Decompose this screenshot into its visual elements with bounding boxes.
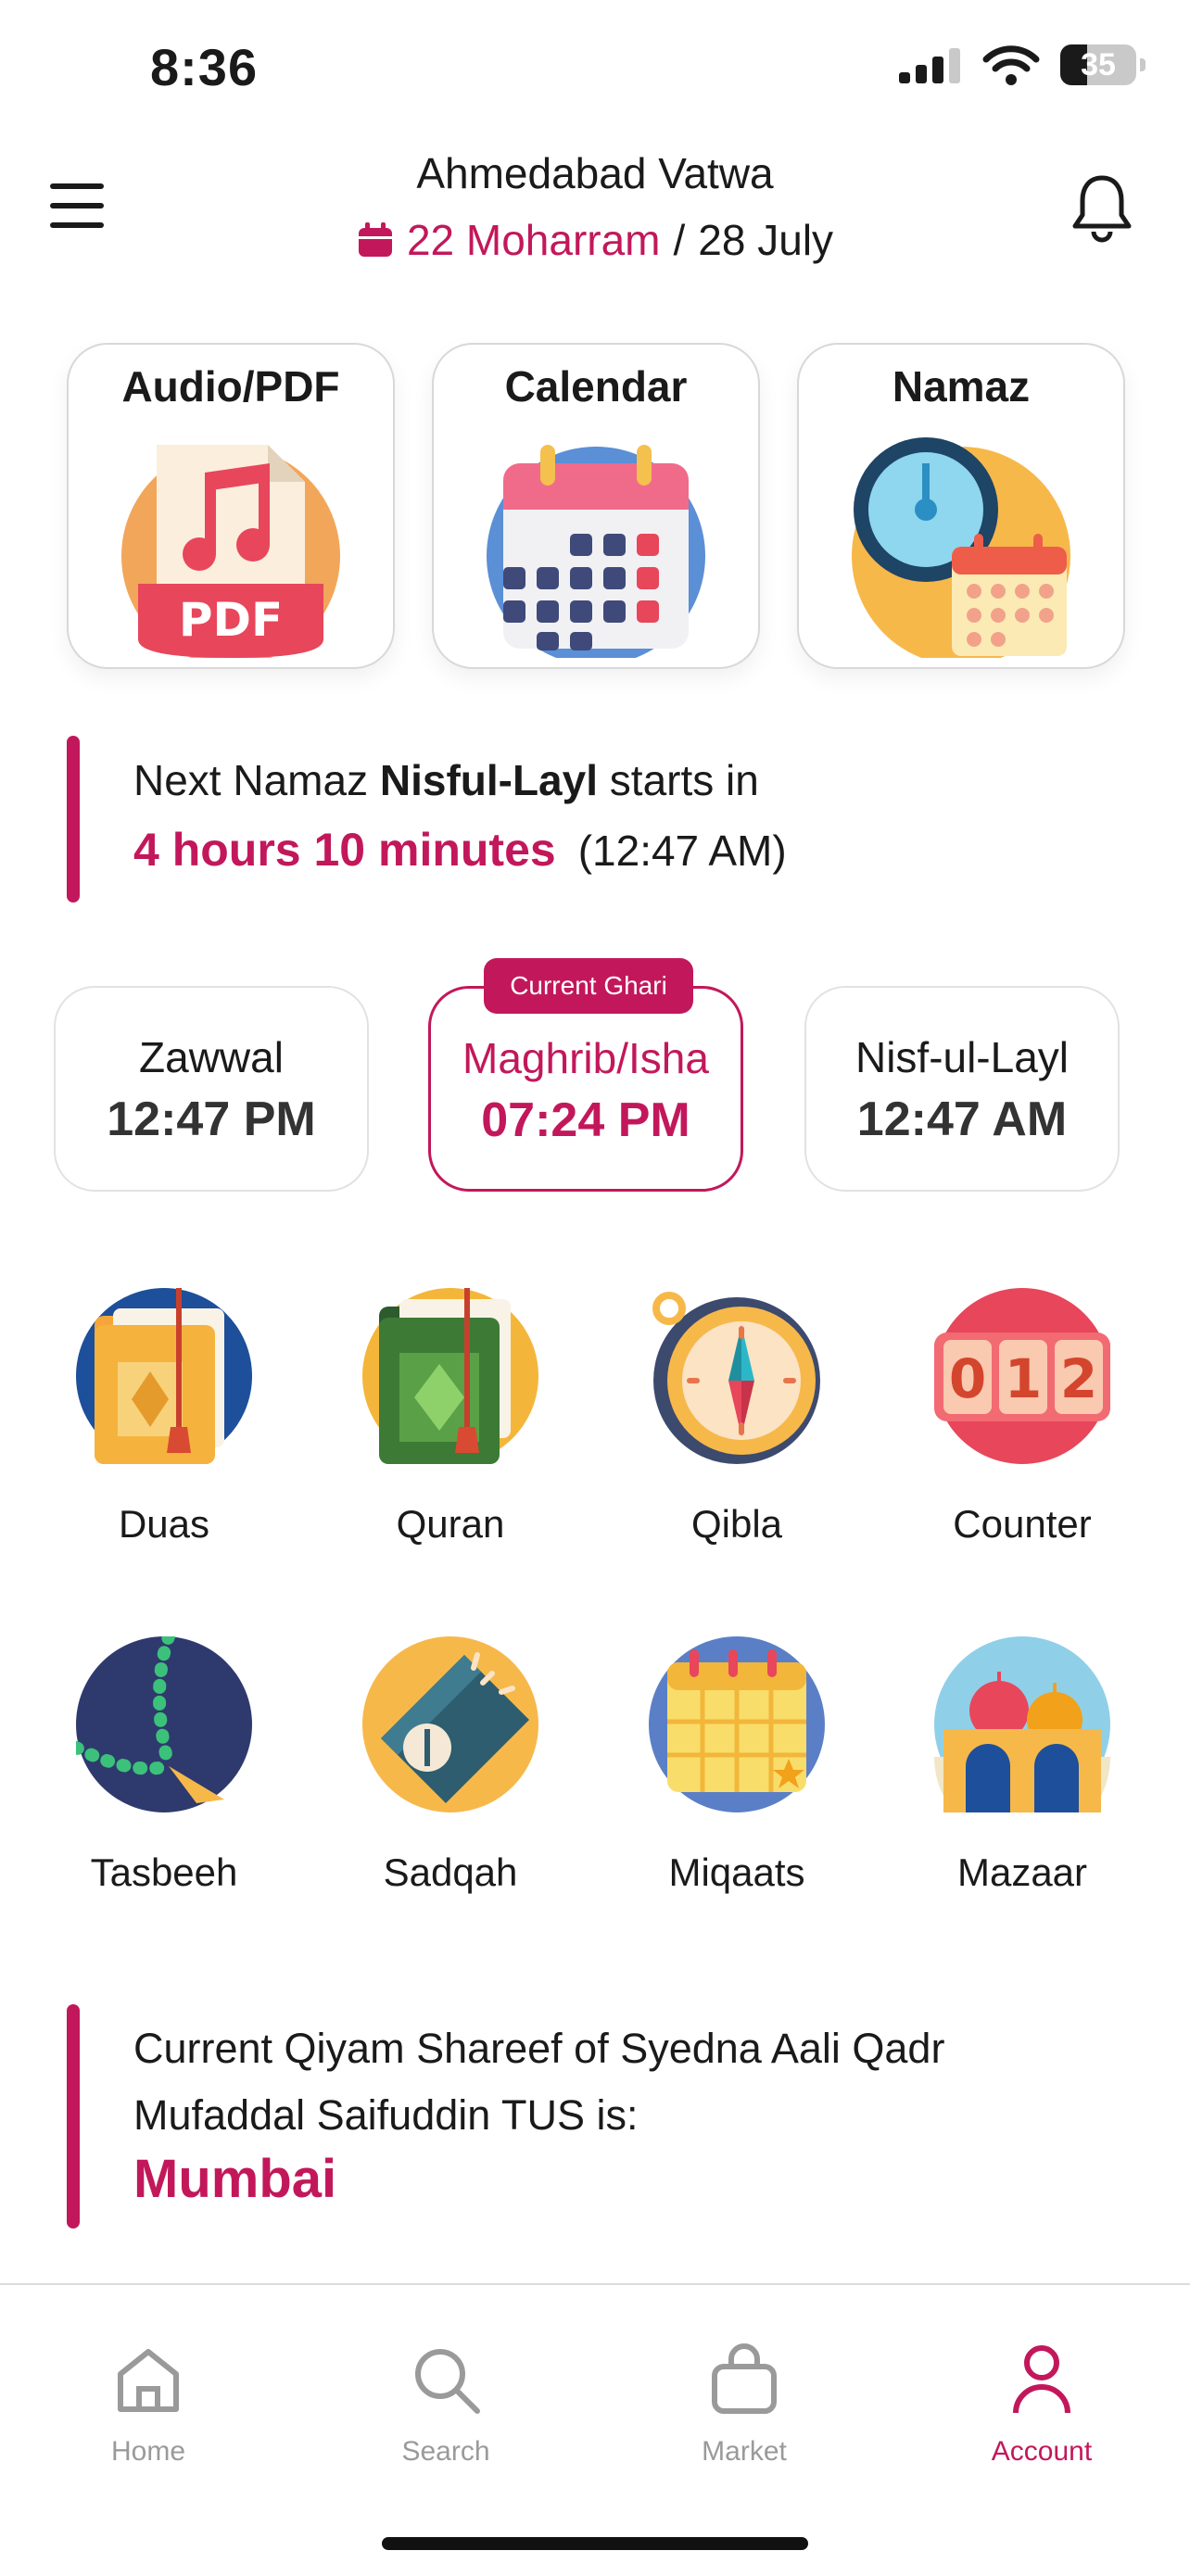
location-title: Ahmedabad Vatwa xyxy=(416,149,774,197)
date-separator: / xyxy=(673,216,686,264)
tab-label: Market xyxy=(702,2436,787,2467)
search-icon xyxy=(415,2349,480,2414)
miqaat-calendar-icon xyxy=(649,1636,825,1812)
next-namaz-prefix: Next Namaz xyxy=(133,756,369,804)
calendar-label: Calendar xyxy=(504,362,688,410)
tab-home[interactable]: Home xyxy=(37,2341,260,2468)
compass-icon xyxy=(652,1292,820,1464)
tab-account[interactable]: Account xyxy=(930,2341,1153,2468)
counter-icon: 012 xyxy=(934,1288,1110,1464)
prayer-card-maghrib-isha[interactable]: Maghrib/Isha 07:24 PM xyxy=(428,986,743,1192)
qiyam-city: Mumbai xyxy=(133,2149,337,2209)
svg-text:0: 0 xyxy=(949,1347,986,1410)
prayer-card-nisf-ul-layl[interactable]: Nisf-ul-Layl 12:47 AM xyxy=(804,986,1120,1192)
next-namaz-accent xyxy=(67,736,80,903)
qiyam-text: Current Qiyam Shareef of Syedna Aali Qad… xyxy=(133,2025,945,2139)
sadqah-icon xyxy=(362,1636,538,1812)
user-icon xyxy=(1013,2345,1070,2414)
feature-quran[interactable]: Quran xyxy=(339,1288,562,1547)
feature-label: Mazaar xyxy=(956,1850,1088,1894)
feature-label: Counter xyxy=(953,1502,1092,1546)
current-ghari-badge: Current Ghari xyxy=(484,958,693,1014)
tasbeeh-icon xyxy=(70,1630,252,1812)
feature-label: Duas xyxy=(118,1502,210,1546)
audio-pdf-icon: PDF xyxy=(121,445,340,658)
home-indicator[interactable] xyxy=(382,2537,808,2550)
prayer-time: 12:47 PM xyxy=(107,1092,316,1146)
feature-miqaats[interactable]: Miqaats xyxy=(626,1636,848,1895)
clock-calendar-icon xyxy=(852,437,1070,658)
battery-percentage: 35 xyxy=(1081,47,1116,82)
feature-label: Qibla xyxy=(690,1502,783,1546)
namaz-card[interactable]: Namaz xyxy=(797,343,1125,669)
next-namaz-text: Next Namaz Nisful-Layl starts in xyxy=(133,755,759,805)
tab-label: Home xyxy=(110,2436,186,2467)
tab-bar: Home Search Market Account xyxy=(0,2283,1190,2576)
svg-text:1: 1 xyxy=(1005,1347,1042,1410)
status-time: 8:36 xyxy=(150,38,259,96)
tab-label: Search xyxy=(401,2436,490,2467)
shopping-bag-icon xyxy=(712,2343,777,2414)
prayer-name: Zawwal xyxy=(139,1033,284,1081)
tab-market[interactable]: Market xyxy=(633,2341,855,2468)
prayer-time: 07:24 PM xyxy=(481,1093,690,1147)
wifi-icon xyxy=(982,45,1040,85)
next-namaz-time: (12:47 AM) xyxy=(577,827,787,875)
prayer-card-zawwal[interactable]: Zawwal 12:47 PM xyxy=(54,986,369,1192)
calendar-icon xyxy=(358,222,392,257)
qiyam-accent xyxy=(67,2004,80,2229)
feature-label: Sadqah xyxy=(383,1850,518,1894)
home-icon xyxy=(118,2349,179,2412)
feature-mazaar[interactable]: Mazaar xyxy=(911,1636,1133,1895)
quran-icon xyxy=(362,1288,538,1464)
feature-label: Tasbeeh xyxy=(90,1850,238,1894)
next-namaz-countdown: 4 hours 10 minutes xyxy=(133,824,556,876)
audio-pdf-label: Audio/PDF xyxy=(121,362,340,410)
gregorian-date: 28 July xyxy=(698,216,834,264)
cellular-signal-icon xyxy=(899,48,960,83)
bell-icon xyxy=(1072,175,1132,243)
next-namaz-name: Nisful-Layl xyxy=(379,756,599,804)
feature-label: Quran xyxy=(396,1502,505,1546)
feature-tasbeeh[interactable]: Tasbeeh xyxy=(53,1630,275,1895)
audio-pdf-card[interactable]: Audio/PDF PDF xyxy=(67,343,395,669)
prayer-name: Maghrib/Isha xyxy=(462,1034,709,1082)
feature-counter[interactable]: 012 Counter xyxy=(911,1288,1133,1547)
feature-qibla[interactable]: Qibla xyxy=(626,1288,848,1547)
svg-text:2: 2 xyxy=(1060,1347,1097,1410)
date-line: 22 Moharram / 28 July xyxy=(0,215,1190,265)
calendar-icon xyxy=(487,445,705,658)
namaz-label: Namaz xyxy=(892,362,1031,410)
status-indicators: 35 xyxy=(899,44,1146,85)
feature-sadqah[interactable]: Sadqah xyxy=(339,1636,562,1895)
tab-search[interactable]: Search xyxy=(335,2341,557,2468)
dua-book-icon xyxy=(76,1288,252,1464)
mazaar-icon xyxy=(934,1636,1110,1845)
feature-label: Miqaats xyxy=(668,1850,805,1894)
feature-duas[interactable]: Duas xyxy=(53,1288,275,1547)
prayer-name: Nisf-ul-Layl xyxy=(855,1033,1070,1081)
next-namaz-countdown-row: 4 hours 10 minutes (12:47 AM) xyxy=(133,823,787,877)
tab-label: Account xyxy=(991,2436,1093,2467)
calendar-card[interactable]: Calendar xyxy=(432,343,760,669)
prayer-time: 12:47 AM xyxy=(856,1092,1068,1146)
notification-button[interactable] xyxy=(1070,172,1134,243)
svg-text:PDF: PDF xyxy=(179,593,283,647)
next-namaz-suffix: starts in xyxy=(609,756,759,804)
battery-indicator: 35 xyxy=(1060,44,1146,85)
hijri-date: 22 Moharram xyxy=(406,216,661,264)
